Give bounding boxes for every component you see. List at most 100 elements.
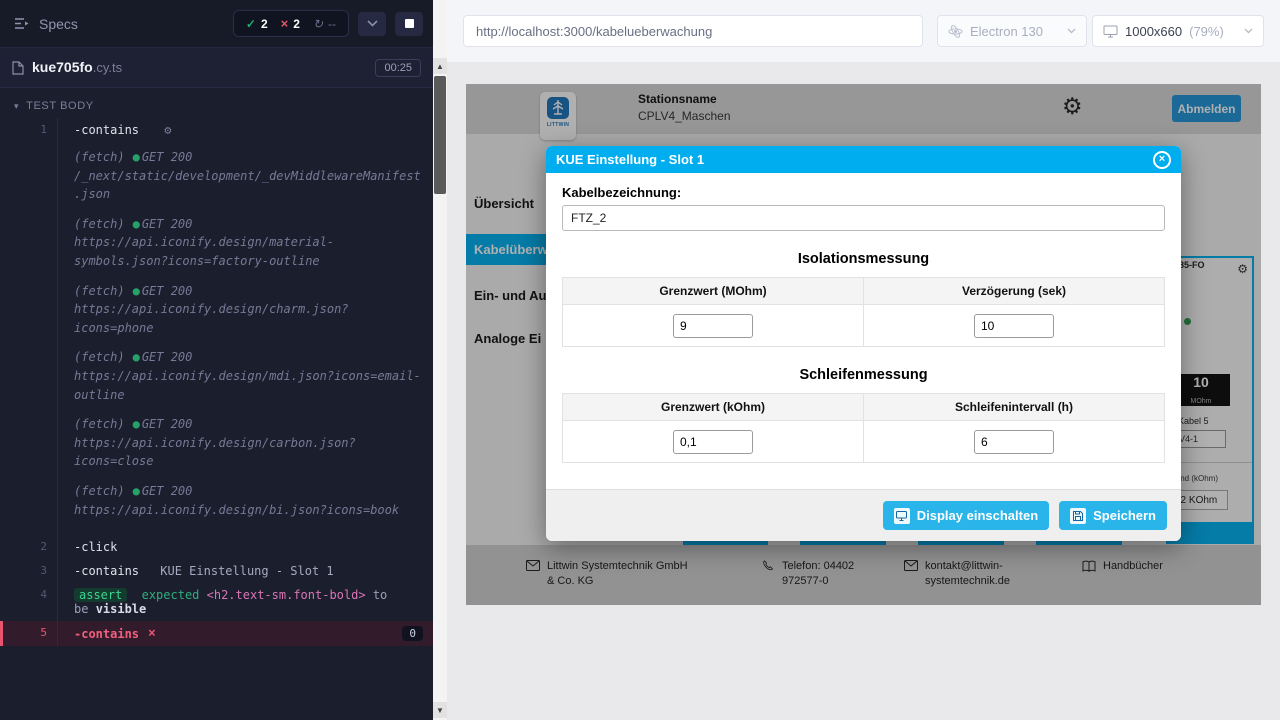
- modal-header: KUE Einstellung - Slot 1 ×: [546, 146, 1181, 173]
- status-dot-icon: ●: [133, 150, 140, 164]
- assert-badge: assert: [74, 588, 127, 602]
- loop-section-title: Schleifenmessung: [562, 367, 1165, 383]
- spec-row[interactable]: kue705fo.cy.ts 00:25: [0, 48, 433, 88]
- status-dot-icon: ●: [133, 417, 140, 431]
- assert-row[interactable]: 4 assert expected <h2.text-sm.font-bold>…: [0, 583, 433, 621]
- fetch-log: (fetch)●GET 200 https://api.iconify.desi…: [74, 482, 423, 519]
- fetch-log: (fetch)●GET 200 https://api.iconify.desi…: [74, 282, 423, 338]
- url-input[interactable]: [463, 15, 923, 47]
- browser-select[interactable]: Electron 130: [937, 15, 1087, 47]
- fetch-log: (fetch)●GET 200 https://api.iconify.desi…: [74, 348, 423, 404]
- retry-count-badge: 0: [402, 626, 423, 641]
- spec-name: kue705fo: [32, 59, 93, 75]
- stat-failed: × 2: [281, 16, 300, 31]
- command-row[interactable]: 1 -contains ⚙ (fetch)●GET 200 /_next/sta…: [0, 118, 433, 535]
- command-log: 1 -contains ⚙ (fetch)●GET 200 /_next/sta…: [0, 118, 433, 646]
- fetch-url: https://api.iconify.design/charm.json?ic…: [74, 300, 423, 337]
- close-icon[interactable]: ×: [1153, 151, 1171, 169]
- isolation-limit-input[interactable]: [673, 314, 753, 338]
- isolation-section-title: Isolationsmessung: [562, 251, 1165, 267]
- viewport-zoom: (79%): [1189, 24, 1224, 39]
- col-header: Grenzwert (MOhm): [563, 278, 864, 305]
- aut-stage: Electron 130 1000x660 (79%) Stationsname: [447, 0, 1280, 720]
- save-button[interactable]: Speichern: [1059, 501, 1167, 530]
- specs-label: Specs: [39, 16, 78, 32]
- command-name: -contains: [74, 627, 139, 641]
- command-name: -contains: [74, 564, 139, 578]
- cross-icon: ×: [281, 16, 289, 31]
- status-dot-icon: ●: [133, 284, 140, 298]
- loop-interval-input[interactable]: [974, 430, 1054, 454]
- chevron-down-icon: [367, 20, 378, 27]
- loop-table: Grenzwert (kOhm) Schleifenintervall (h): [562, 393, 1165, 463]
- spec-timer: 00:25: [375, 59, 421, 77]
- command-row[interactable]: 3 -contains KUE Einstellung - Slot 1: [0, 559, 433, 583]
- modal-body: Kabelbezeichnung: Isolationsmessung Gren…: [546, 173, 1181, 463]
- command-number: 2: [3, 535, 58, 559]
- scroll-down-icon[interactable]: ▼: [433, 702, 447, 718]
- command-number: 1: [3, 118, 58, 535]
- specs-menu[interactable]: Specs: [14, 16, 78, 32]
- refresh-icon: ↻: [313, 17, 323, 31]
- fetch-url: /_next/static/development/_devMiddleware…: [74, 167, 423, 204]
- caret-down-icon: ▾: [14, 101, 19, 112]
- col-header: Verzögerung (sek): [864, 278, 1165, 305]
- col-header: Grenzwert (kOhm): [563, 394, 864, 421]
- save-floppy-icon: [1070, 508, 1086, 524]
- stop-icon: [405, 19, 414, 28]
- loop-limit-input[interactable]: [673, 430, 753, 454]
- fetch-url: https://api.iconify.design/carbon.json?i…: [74, 434, 423, 471]
- test-stats: ✓ 2 × 2 ↻ --: [233, 10, 349, 37]
- chevron-down-icon: [1067, 28, 1076, 34]
- viewport-size: 1000x660: [1125, 24, 1182, 39]
- fail-cross-icon: ×: [148, 626, 156, 641]
- electron-icon: [948, 24, 963, 39]
- fetch-url: https://api.iconify.design/bi.json?icons…: [74, 501, 423, 520]
- fetch-url: https://api.iconify.design/mdi.json?icon…: [74, 367, 423, 404]
- cypress-runner: Specs ✓ 2 × 2 ↻ --: [0, 0, 433, 720]
- command-name: -contains: [74, 123, 139, 137]
- fetch-log: (fetch)●GET 200 https://api.iconify.desi…: [74, 215, 423, 271]
- stage-topbar: Electron 130 1000x660 (79%): [447, 0, 1280, 62]
- modal-title: KUE Einstellung - Slot 1: [556, 152, 704, 167]
- kue-settings-modal: KUE Einstellung - Slot 1 × Kabelbezeichn…: [546, 146, 1181, 541]
- assert-visible: visible: [96, 602, 147, 616]
- col-header: Schleifenintervall (h): [864, 394, 1165, 421]
- runner-scrollbar[interactable]: ▲ ▼: [433, 0, 447, 720]
- stop-button[interactable]: [395, 12, 423, 36]
- cable-designation-label: Kabelbezeichnung:: [562, 185, 1165, 200]
- collapse-button[interactable]: [358, 12, 386, 36]
- command-row[interactable]: 2 -click: [0, 535, 433, 559]
- status-dot-icon: ●: [133, 484, 140, 498]
- modal-footer: Display einschalten Speichern: [546, 489, 1181, 541]
- command-number: 3: [3, 559, 58, 583]
- app-viewport: Stationsname CPLV4_Maschen ⚙ Abmelden LI…: [466, 84, 1261, 605]
- status-dot-icon: ●: [133, 350, 140, 364]
- runner-header: Specs ✓ 2 × 2 ↻ --: [0, 0, 433, 48]
- isolation-table: Grenzwert (MOhm) Verzögerung (sek): [562, 277, 1165, 347]
- command-name: -click: [74, 540, 117, 554]
- fetch-url: https://api.iconify.design/material-symb…: [74, 233, 423, 270]
- chevron-down-icon: [1244, 28, 1253, 34]
- scroll-up-icon[interactable]: ▲: [433, 58, 447, 74]
- command-number: 5: [3, 621, 58, 646]
- spec-file-icon: [12, 61, 24, 75]
- failing-command-row[interactable]: 5 -contains × 0: [0, 621, 433, 646]
- stat-pending: ↻ --: [313, 17, 336, 31]
- display-icon: [894, 508, 910, 524]
- test-body-section[interactable]: ▾ TEST BODY: [0, 88, 433, 118]
- viewport-select[interactable]: 1000x660 (79%): [1092, 15, 1264, 47]
- test-body-label: TEST BODY: [26, 100, 94, 112]
- isolation-delay-input[interactable]: [974, 314, 1054, 338]
- cable-designation-input[interactable]: [562, 205, 1165, 231]
- command-number: 4: [3, 583, 58, 621]
- stage-body: Stationsname CPLV4_Maschen ⚙ Abmelden LI…: [447, 62, 1280, 720]
- command-arg: KUE Einstellung - Slot 1: [160, 564, 333, 578]
- browser-label: Electron 130: [970, 24, 1043, 39]
- assert-selector: <h2.text-sm.font-bold>: [207, 588, 366, 602]
- scrollbar-thumb[interactable]: [434, 76, 446, 194]
- fetch-log: (fetch)●GET 200 https://api.iconify.desi…: [74, 415, 423, 471]
- display-on-button[interactable]: Display einschalten: [883, 501, 1049, 530]
- monitor-icon: [1103, 25, 1118, 38]
- assert-expected: expected: [142, 588, 200, 602]
